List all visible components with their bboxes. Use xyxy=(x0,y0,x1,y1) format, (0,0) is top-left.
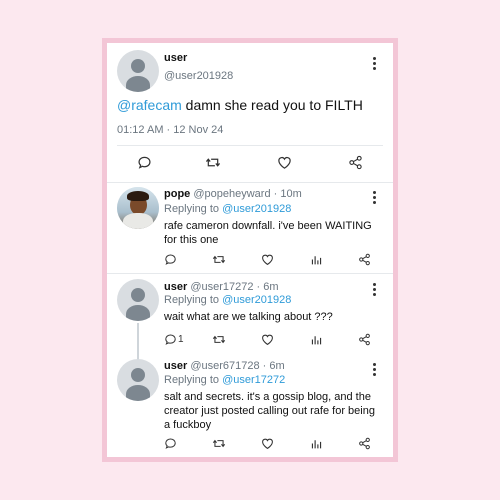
retweet-icon[interactable] xyxy=(212,437,226,450)
reply-text-line: rafe cameron downfall. i've been WAITING xyxy=(164,220,372,232)
reply-text-line: salt and secrets. it's a gossip blog, an… xyxy=(164,391,371,403)
retweet-icon[interactable] xyxy=(205,155,221,170)
retweet-icon[interactable] xyxy=(212,253,226,266)
more-icon[interactable] xyxy=(373,191,377,206)
reply-icon[interactable] xyxy=(164,437,177,450)
tweet-thread-card: user @user201928 @rafecam damn she read … xyxy=(107,43,393,457)
more-icon[interactable] xyxy=(373,363,377,378)
avatar[interactable] xyxy=(117,50,159,92)
replying-to-link[interactable]: @user201928 xyxy=(222,294,291,306)
share-icon[interactable] xyxy=(358,333,371,346)
reply-name[interactable]: user xyxy=(164,281,187,293)
stats-icon[interactable] xyxy=(310,253,323,266)
divider xyxy=(107,182,393,183)
reply-header: pope @popeheyward · 10m xyxy=(164,188,302,200)
reply-handle[interactable]: @popeheyward xyxy=(193,188,270,200)
replying-to-link[interactable]: @user201928 xyxy=(222,203,291,215)
more-icon[interactable] xyxy=(373,283,377,298)
divider xyxy=(107,273,393,274)
share-icon[interactable] xyxy=(358,437,371,450)
like-icon[interactable] xyxy=(261,333,274,346)
reply-time: · 6m xyxy=(262,360,285,372)
like-icon[interactable] xyxy=(261,437,274,450)
replying-to: Replying to @user201928 xyxy=(164,294,291,306)
avatar[interactable] xyxy=(117,359,159,401)
reply-name[interactable]: pope xyxy=(164,188,190,200)
reply-icon[interactable] xyxy=(164,333,177,346)
avatar-photo[interactable] xyxy=(117,187,159,229)
reply-time: · 6m xyxy=(256,281,279,293)
share-icon[interactable] xyxy=(348,155,363,170)
stats-icon[interactable] xyxy=(310,437,323,450)
reply-time: · 10m xyxy=(273,188,302,200)
replying-to-link[interactable]: @user17272 xyxy=(222,374,285,386)
reply-icon[interactable] xyxy=(164,253,177,266)
reply-text-line: for this one xyxy=(164,234,219,246)
thread-line xyxy=(137,323,139,361)
reply-text-line: wait what are we talking about ??? xyxy=(164,311,333,323)
like-icon[interactable] xyxy=(277,155,292,170)
main-tweet-handle[interactable]: @user201928 xyxy=(164,70,233,82)
replying-to-label: Replying to xyxy=(164,203,223,215)
share-icon[interactable] xyxy=(358,253,371,266)
reply-name[interactable]: user xyxy=(164,360,187,372)
avatar[interactable] xyxy=(117,279,159,321)
main-tweet-body: damn she read you to FILTH xyxy=(181,97,363,113)
main-tweet-name[interactable]: user xyxy=(164,52,187,64)
divider xyxy=(117,145,383,146)
more-icon[interactable] xyxy=(373,57,377,72)
main-tweet-timestamp: 01:12 AM · 12 Nov 24 xyxy=(117,124,224,136)
reply-text-line: a fuckboy xyxy=(164,419,212,431)
reply-header: user @user671728 · 6m xyxy=(164,360,285,372)
mention-link[interactable]: @rafecam xyxy=(117,97,182,113)
replying-to-label: Replying to xyxy=(164,294,223,306)
replying-to: Replying to @user201928 xyxy=(164,203,291,215)
retweet-icon[interactable] xyxy=(212,333,226,346)
reply-handle[interactable]: @user17272 xyxy=(190,281,253,293)
replying-to: Replying to @user17272 xyxy=(164,374,285,386)
main-tweet-text: @rafecam damn she read you to FILTH xyxy=(117,97,363,113)
reply-count: 1 xyxy=(178,334,184,345)
like-icon[interactable] xyxy=(261,253,274,266)
replying-to-label: Replying to xyxy=(164,374,223,386)
reply-icon[interactable] xyxy=(137,155,152,170)
stats-icon[interactable] xyxy=(310,333,323,346)
reply-text-line: creator just posted calling out rafe for… xyxy=(164,405,375,417)
reply-header: user @user17272 · 6m xyxy=(164,281,279,293)
reply-handle[interactable]: @user671728 xyxy=(190,360,259,372)
